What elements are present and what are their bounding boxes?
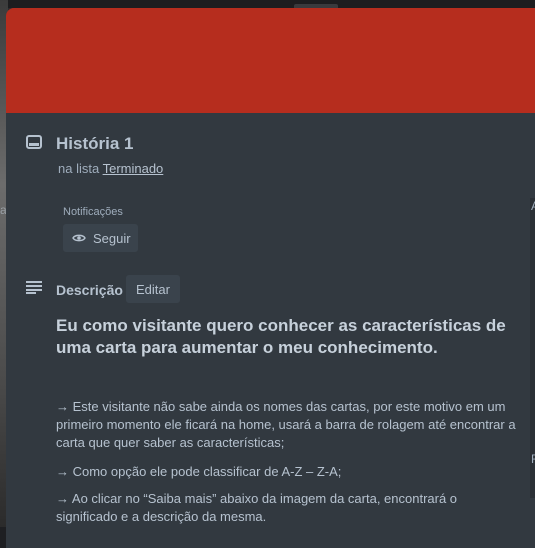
eye-icon [72,234,86,242]
description-heading[interactable]: Eu como visitante quero conhecer as cara… [56,315,516,359]
notifications-label: Notificações [63,206,123,218]
card-title[interactable]: História 1 [56,134,133,154]
follow-button[interactable]: Seguir [63,224,138,252]
sidebar-text-top: A [531,199,535,213]
description-paragraph-1[interactable]: → Este visitante não sabe ainda os nomes… [56,398,516,452]
edit-description-button[interactable]: Editar [126,275,180,303]
follow-label: Seguir [93,230,131,246]
card-cover [6,8,535,113]
card-sidebar: A F [530,198,535,498]
description-paragraph-2[interactable]: → Como opção ele pode classificar de A-Z… [56,463,516,481]
card-detail-modal: História 1 na lista Terminado Notificaçõ… [6,8,535,548]
list-link[interactable]: Terminado [103,161,164,176]
description-paragraph-3[interactable]: → Ao clicar no “Saiba mais” abaixo da im… [56,490,516,526]
card-icon [26,135,42,149]
card-list-info: na lista Terminado [58,161,163,176]
sidebar-text-bottom: F [531,452,535,466]
list-prefix: na lista [58,161,100,176]
description-icon [26,281,42,294]
board-header-strip [0,0,535,8]
description-label: Descrição [56,282,123,298]
